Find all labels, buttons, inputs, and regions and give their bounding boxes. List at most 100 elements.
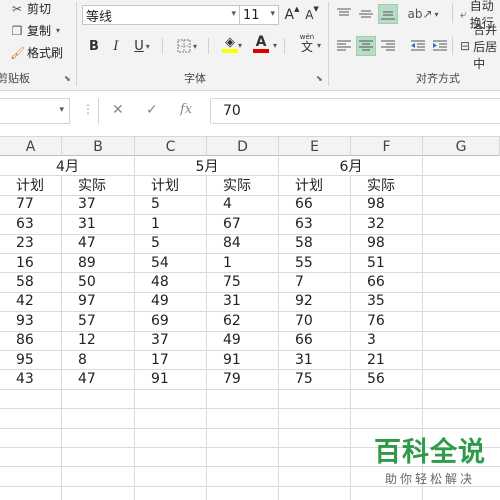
data-cell[interactable]: 79 (207, 369, 279, 388)
data-cell[interactable]: 89 (62, 253, 135, 272)
data-cell[interactable]: 54 (135, 253, 207, 272)
data-cell[interactable]: 21 (351, 350, 423, 369)
decrease-indent-button[interactable] (408, 36, 428, 56)
data-cell[interactable]: 70 (279, 311, 351, 330)
data-cell[interactable]: 31 (62, 214, 135, 233)
borders-button[interactable]: ▾ (170, 36, 204, 56)
data-cell[interactable]: 58 (279, 234, 351, 253)
data-cell[interactable]: 76 (351, 311, 423, 330)
data-cell[interactable]: 86 (0, 331, 62, 350)
copy-button[interactable]: ❐ 复制 ▾ (10, 22, 60, 39)
data-cell[interactable]: 98 (351, 195, 423, 214)
data-cell[interactable]: 77 (0, 195, 62, 214)
data-cell[interactable]: 58 (0, 272, 62, 291)
data-cell[interactable]: 49 (207, 331, 279, 350)
data-cell[interactable]: 92 (279, 292, 351, 311)
merge-center-button[interactable]: ⊟ 合并后居中 (460, 23, 500, 71)
format-painter-button[interactable]: 🖌 格式刷 (10, 44, 63, 61)
data-cell[interactable]: 63 (279, 214, 351, 233)
data-cell[interactable]: 4 (207, 195, 279, 214)
data-cell[interactable]: 57 (62, 311, 135, 330)
underline-button[interactable]: U ▾ (130, 36, 154, 56)
data-cell[interactable]: 75 (279, 369, 351, 388)
align-right-button[interactable] (378, 36, 398, 56)
month-header-cell[interactable]: 4月 (0, 156, 135, 175)
data-cell[interactable]: 3 (351, 331, 423, 350)
data-cell[interactable]: 31 (279, 350, 351, 369)
italic-button[interactable]: I (108, 36, 124, 56)
data-cell[interactable]: 23 (0, 234, 62, 253)
insert-function-icon[interactable]: fx (180, 102, 192, 117)
data-cell[interactable]: 66 (351, 272, 423, 291)
subheader-cell[interactable]: 实际 (62, 175, 135, 194)
subheader-cell[interactable]: 实际 (351, 175, 423, 194)
align-left-button[interactable] (334, 36, 354, 56)
data-cell[interactable]: 47 (62, 369, 135, 388)
data-cell[interactable]: 62 (207, 311, 279, 330)
data-cell[interactable]: 48 (135, 272, 207, 291)
column-header-b[interactable]: B (62, 137, 135, 156)
clipboard-launcher-icon[interactable]: ⬊ (64, 74, 71, 83)
data-cell[interactable]: 84 (207, 234, 279, 253)
column-header-d[interactable]: D (207, 137, 279, 156)
data-cell[interactable]: 91 (135, 369, 207, 388)
enter-icon[interactable]: ✓ (146, 102, 158, 118)
data-cell[interactable]: 37 (135, 331, 207, 350)
data-cell[interactable]: 97 (62, 292, 135, 311)
align-top-button[interactable] (334, 4, 354, 24)
subheader-cell[interactable]: 计划 (135, 175, 207, 194)
column-header-e[interactable]: E (279, 137, 351, 156)
column-header-c[interactable]: C (135, 137, 207, 156)
font-size-combo[interactable]: 11 ▾ (239, 5, 279, 25)
data-cell[interactable]: 16 (0, 253, 62, 272)
font-color-button[interactable]: A (250, 34, 272, 54)
font-launcher-icon[interactable]: ⬊ (316, 74, 323, 83)
data-cell[interactable]: 69 (135, 311, 207, 330)
data-cell[interactable]: 12 (62, 331, 135, 350)
grow-font-button[interactable]: A ▲ (283, 5, 301, 25)
data-cell[interactable]: 37 (62, 195, 135, 214)
data-cell[interactable]: 95 (0, 350, 62, 369)
cancel-icon[interactable]: ✕ (112, 102, 124, 118)
formula-input[interactable]: 70 (212, 98, 500, 124)
data-cell[interactable]: 63 (0, 214, 62, 233)
column-header-g[interactable]: G (423, 137, 500, 156)
increase-indent-button[interactable] (430, 36, 450, 56)
subheader-cell[interactable]: 实际 (207, 175, 279, 194)
data-cell[interactable]: 66 (279, 195, 351, 214)
chevron-down-icon[interactable]: ▾ (273, 41, 277, 50)
shrink-font-button[interactable]: A ▼ (303, 5, 321, 25)
data-cell[interactable]: 75 (207, 272, 279, 291)
data-cell[interactable]: 5 (135, 234, 207, 253)
data-cell[interactable]: 98 (351, 234, 423, 253)
subheader-cell[interactable]: 计划 (279, 175, 351, 194)
month-header-cell[interactable]: 5月 (135, 156, 279, 175)
data-cell[interactable]: 51 (351, 253, 423, 272)
data-cell[interactable]: 31 (207, 292, 279, 311)
data-cell[interactable]: 43 (0, 369, 62, 388)
column-header-a[interactable]: A (0, 137, 62, 156)
data-cell[interactable]: 67 (207, 214, 279, 233)
chevron-down-icon[interactable]: ▾ (238, 41, 242, 50)
data-cell[interactable]: 8 (62, 350, 135, 369)
drag-handle-icon[interactable]: ⋮ (82, 102, 94, 116)
name-box[interactable]: ▾ (0, 98, 70, 124)
data-cell[interactable]: 49 (135, 292, 207, 311)
data-cell[interactable]: 42 (0, 292, 62, 311)
data-cell[interactable]: 7 (279, 272, 351, 291)
align-center-button[interactable] (356, 36, 376, 56)
chevron-down-icon[interactable]: ▾ (317, 41, 321, 50)
column-header-f[interactable]: F (351, 137, 423, 156)
data-cell[interactable]: 56 (351, 369, 423, 388)
data-cell[interactable]: 17 (135, 350, 207, 369)
data-cell[interactable]: 91 (207, 350, 279, 369)
data-cell[interactable]: 50 (62, 272, 135, 291)
data-cell[interactable]: 47 (62, 234, 135, 253)
bold-button[interactable]: B (86, 36, 102, 56)
data-cell[interactable]: 1 (207, 253, 279, 272)
align-middle-button[interactable] (356, 4, 376, 24)
align-bottom-button[interactable] (378, 4, 398, 24)
data-cell[interactable]: 5 (135, 195, 207, 214)
orientation-button[interactable]: ab↗ ▾ (407, 4, 438, 24)
data-cell[interactable]: 66 (279, 331, 351, 350)
